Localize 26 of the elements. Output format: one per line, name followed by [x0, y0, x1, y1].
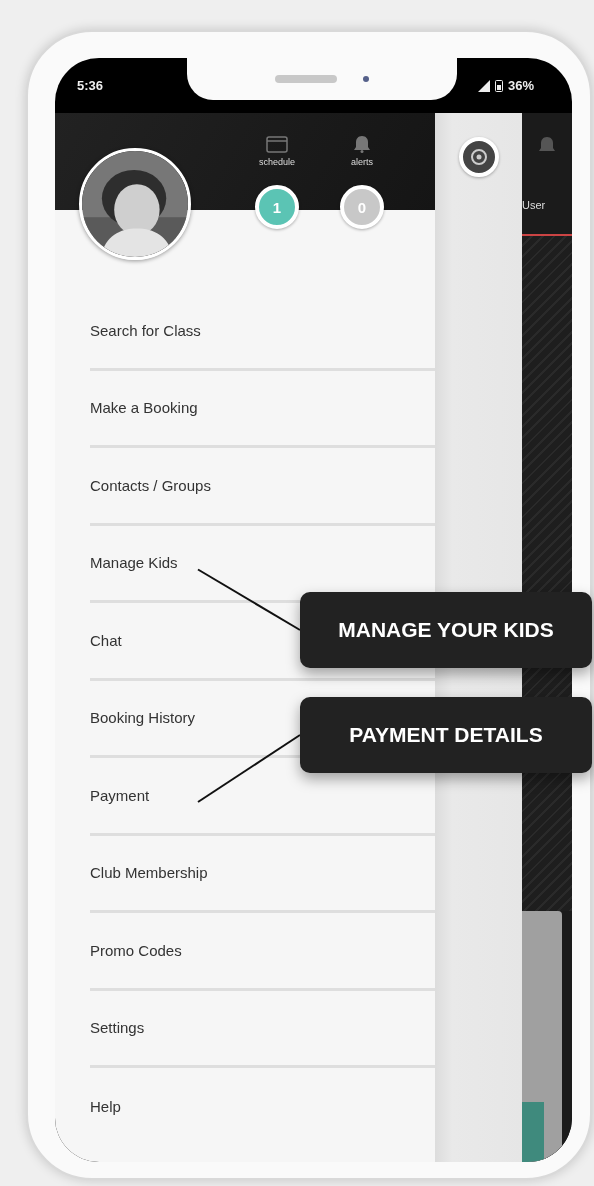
shortcut-label: alerts — [351, 157, 373, 167]
menu-item[interactable]: Chat — [90, 631, 122, 649]
menu-item[interactable]: Contacts / Groups — [90, 476, 211, 494]
camera-icon — [363, 76, 369, 82]
menu-item[interactable]: Search for Class — [90, 321, 201, 339]
battery-percent: 36% — [507, 78, 534, 93]
battery-icon — [494, 79, 503, 92]
menu-item[interactable]: Club Membership — [90, 864, 208, 882]
bell-icon — [352, 135, 372, 153]
menu-item[interactable]: Promo Codes — [90, 941, 182, 959]
signal-icon — [477, 79, 490, 92]
menu-item[interactable]: Booking History — [90, 709, 196, 727]
callout-label: MANAGE YOUR KIDS — [300, 592, 592, 668]
accent-bar — [522, 1102, 544, 1162]
status-time: 5:36 — [77, 78, 104, 93]
menu-item[interactable]: Settings — [90, 1019, 145, 1037]
menu-item[interactable]: Payment — [90, 786, 150, 804]
menu-item[interactable]: Make a Booking — [90, 399, 198, 417]
target-button[interactable] — [458, 137, 499, 177]
speaker-grille — [275, 75, 337, 83]
menu-item[interactable]: Help — [90, 1098, 121, 1116]
target-icon — [469, 148, 488, 166]
menu-item[interactable]: Manage Kids — [90, 554, 178, 572]
callout-label: PAYMENT DETAILS — [300, 697, 592, 773]
shortcut-label: schedule — [259, 157, 295, 167]
calendar-icon — [266, 135, 288, 153]
